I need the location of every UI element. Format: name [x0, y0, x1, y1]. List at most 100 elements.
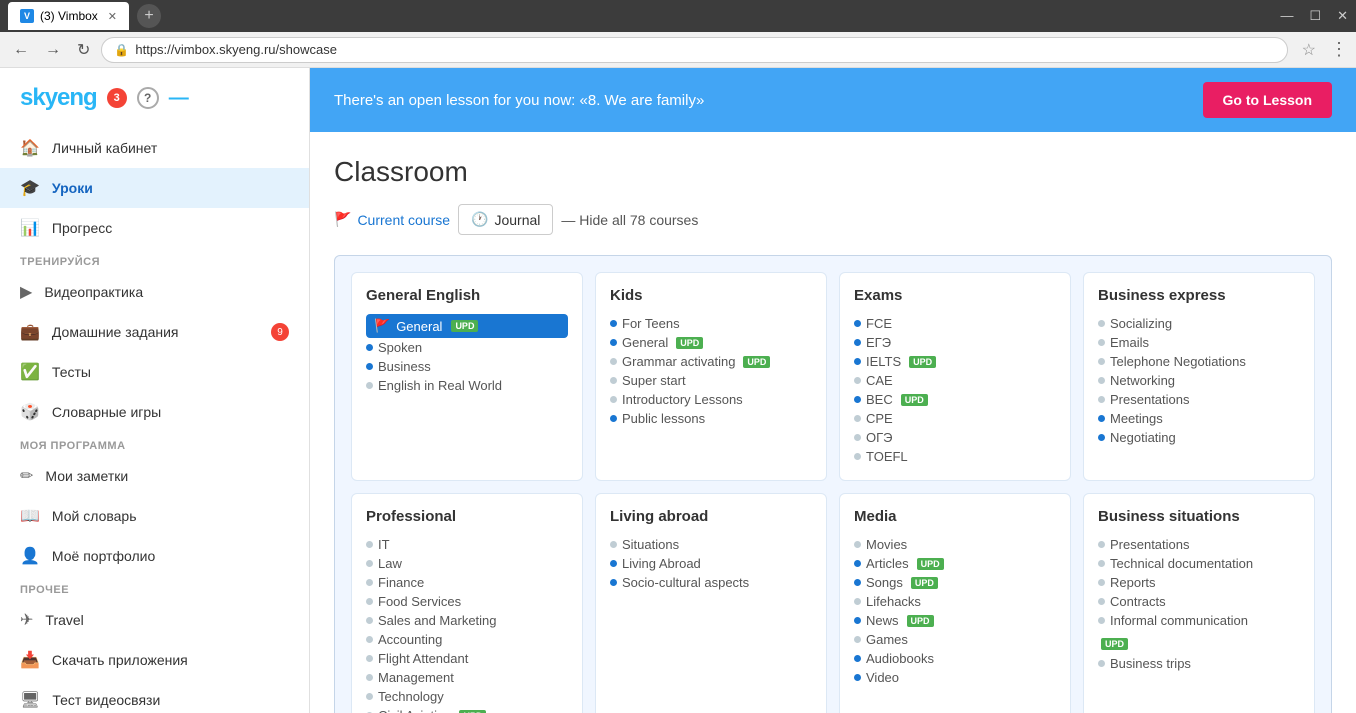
- course-item-contracts[interactable]: Contracts: [1098, 592, 1300, 611]
- maximize-button[interactable]: ☐: [1309, 8, 1321, 24]
- sidebar-item-portfolio[interactable]: 👤 Моё портфолио: [0, 536, 309, 576]
- course-item-living-abroad[interactable]: Living Abroad: [610, 554, 812, 573]
- course-item-emails[interactable]: Emails: [1098, 333, 1300, 352]
- course-item-fce[interactable]: FCE: [854, 314, 1056, 333]
- sidebar-item-homework[interactable]: 💼 Домашние задания 9: [0, 312, 309, 352]
- journal-button[interactable]: 🕐 Journal: [458, 204, 553, 235]
- sidebar-item-label: Домашние задания: [52, 324, 179, 340]
- course-item-songs[interactable]: SongsUPD: [854, 573, 1056, 592]
- minimize-button[interactable]: —: [1280, 8, 1293, 24]
- course-item-general-kids[interactable]: General UPD: [610, 333, 812, 352]
- course-item-negotiating[interactable]: Negotiating: [1098, 428, 1300, 447]
- course-item-situations[interactable]: Situations: [610, 535, 812, 554]
- notification-badge[interactable]: 3: [107, 88, 127, 108]
- course-item-flight-attendant[interactable]: Flight Attendant: [366, 649, 568, 668]
- course-item-public-lessons[interactable]: Public lessons: [610, 409, 812, 428]
- course-item-law[interactable]: Law: [366, 554, 568, 573]
- course-item-audiobooks[interactable]: Audiobooks: [854, 649, 1056, 668]
- sidebar-item-lessons[interactable]: 🎓 Уроки: [0, 168, 309, 208]
- dot-icon: [366, 344, 373, 351]
- refresh-button[interactable]: ↻: [72, 38, 95, 62]
- course-item-movies[interactable]: Movies: [854, 535, 1056, 554]
- back-button[interactable]: ←: [8, 39, 34, 61]
- sidebar-item-notes[interactable]: ✏ Мои заметки: [0, 456, 309, 496]
- course-item-toefl[interactable]: TOEFL: [854, 447, 1056, 466]
- course-item-finance[interactable]: Finance: [366, 573, 568, 592]
- dot-icon: [854, 579, 861, 586]
- course-item-technical-docs[interactable]: Technical documentation: [1098, 554, 1300, 573]
- course-item-accounting[interactable]: Accounting: [366, 630, 568, 649]
- sidebar-item-video-test[interactable]: 🖥 Тест видеосвязи: [0, 680, 309, 713]
- courses-grid: General English 🚩 General UPD Spoken Bus…: [334, 255, 1332, 713]
- go-to-lesson-button[interactable]: Go to Lesson: [1203, 82, 1332, 118]
- section-other-label: ПРОЧЕЕ: [0, 576, 309, 600]
- course-item-meetings-bx[interactable]: Meetings: [1098, 409, 1300, 428]
- course-item-business[interactable]: Business: [366, 357, 568, 376]
- sidebar-item-travel[interactable]: ✈ Travel: [0, 600, 309, 640]
- download-icon: 📥: [20, 650, 40, 670]
- course-item-socio-cultural[interactable]: Socio-cultural aspects: [610, 573, 812, 592]
- course-item-cae[interactable]: CAE: [854, 371, 1056, 390]
- course-item-networking[interactable]: Networking: [1098, 371, 1300, 390]
- sidebar-item-download-apps[interactable]: 📥 Скачать приложения: [0, 640, 309, 680]
- close-window-button[interactable]: ✕: [1337, 8, 1348, 24]
- course-item-general-active[interactable]: 🚩 General UPD: [366, 314, 568, 338]
- bookmark-icon[interactable]: ☆: [1294, 40, 1324, 60]
- dot-icon: [854, 339, 861, 346]
- minus-icon[interactable]: —: [169, 87, 189, 110]
- course-item-civil-aviation[interactable]: Civil AviationUPD: [366, 706, 568, 713]
- help-icon[interactable]: ?: [137, 87, 159, 109]
- course-item-grammar-activating[interactable]: Grammar activating UPD: [610, 352, 812, 371]
- course-item-reports[interactable]: Reports: [1098, 573, 1300, 592]
- course-item-spoken[interactable]: Spoken: [366, 338, 568, 357]
- current-course-button[interactable]: 🚩 Current course: [334, 207, 450, 232]
- tab-close-button[interactable]: ✕: [108, 10, 117, 23]
- course-item-introductory[interactable]: Introductory Lessons: [610, 390, 812, 409]
- course-item-socializing[interactable]: Socializing: [1098, 314, 1300, 333]
- forward-button[interactable]: →: [40, 39, 66, 61]
- dot-icon: [366, 579, 373, 586]
- sidebar-item-word-games[interactable]: 🎲 Словарные игры: [0, 392, 309, 432]
- course-item-telephone[interactable]: Telephone Negotiations: [1098, 352, 1300, 371]
- address-bar[interactable]: 🔒 https://vimbox.skyeng.ru/showcase: [101, 37, 1287, 63]
- new-tab-button[interactable]: +: [137, 4, 161, 28]
- course-item-presentations-bs[interactable]: Presentations: [1098, 535, 1300, 554]
- sidebar-item-tests[interactable]: ✅ Тесты: [0, 352, 309, 392]
- toolbar: 🚩 Current course 🕐 Journal — Hide all 78…: [334, 204, 1332, 235]
- sidebar-item-progress[interactable]: 📊 Прогресс: [0, 208, 309, 248]
- dot-icon: [854, 396, 861, 403]
- menu-icon[interactable]: ⋮: [1330, 39, 1348, 60]
- flag-icon: 🚩: [374, 318, 390, 334]
- course-item-ielts[interactable]: IELTSUPD: [854, 352, 1056, 371]
- dot-icon: [610, 358, 617, 365]
- course-item-food-services[interactable]: Food Services: [366, 592, 568, 611]
- course-item-oge[interactable]: ОГЭ: [854, 428, 1056, 447]
- course-item-management[interactable]: Management: [366, 668, 568, 687]
- course-item-super-start[interactable]: Super start: [610, 371, 812, 390]
- sidebar-item-dictionary[interactable]: 📖 Мой словарь: [0, 496, 309, 536]
- course-item-lifehacks[interactable]: Lifehacks: [854, 592, 1056, 611]
- course-item-for-teens[interactable]: For Teens: [610, 314, 812, 333]
- dot-icon: [1098, 377, 1105, 384]
- course-item-cpe[interactable]: CPE: [854, 409, 1056, 428]
- dot-icon: [854, 320, 861, 327]
- course-item-it[interactable]: IT: [366, 535, 568, 554]
- course-item-video[interactable]: Video: [854, 668, 1056, 687]
- course-item-ege[interactable]: ЕГЭ: [854, 333, 1056, 352]
- dot-icon: [610, 560, 617, 567]
- hide-courses-button[interactable]: — Hide all 78 courses: [561, 212, 698, 228]
- course-item-articles[interactable]: ArticlesUPD: [854, 554, 1056, 573]
- course-item-sales-marketing[interactable]: Sales and Marketing: [366, 611, 568, 630]
- course-item-english-real-world[interactable]: English in Real World: [366, 376, 568, 395]
- course-item-business-trips[interactable]: Business trips: [1098, 654, 1300, 673]
- course-item-games[interactable]: Games: [854, 630, 1056, 649]
- browser-tab[interactable]: V (3) Vimbox ✕: [8, 2, 129, 30]
- course-item-informal-comm[interactable]: Informal communication: [1098, 611, 1300, 630]
- course-item-bec[interactable]: BECUPD: [854, 390, 1056, 409]
- sidebar-item-cabinet[interactable]: 🏠 Личный кабинет: [0, 128, 309, 168]
- course-item-technology[interactable]: Technology: [366, 687, 568, 706]
- dot-icon: [610, 320, 617, 327]
- course-item-news[interactable]: NewsUPD: [854, 611, 1056, 630]
- sidebar-item-videopraktika[interactable]: ▶ Видеопрактика: [0, 272, 309, 312]
- course-item-presentations-bx[interactable]: Presentations: [1098, 390, 1300, 409]
